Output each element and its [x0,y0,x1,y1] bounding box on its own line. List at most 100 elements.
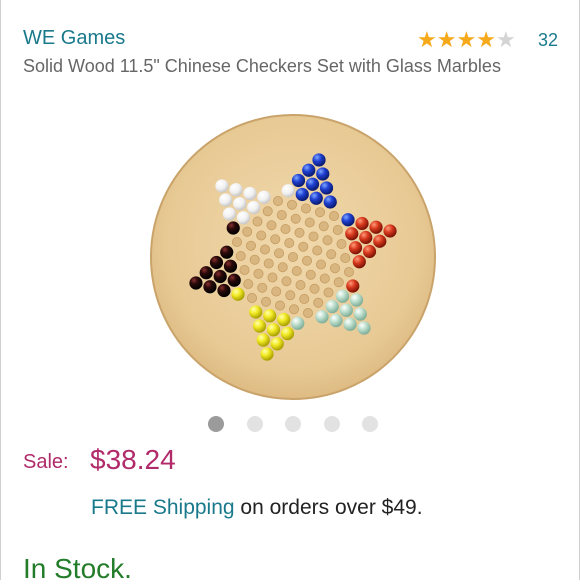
marble [219,193,233,207]
rating-widget[interactable]: ★ ★ ★ ★ ★ 32 [417,29,558,51]
board-hole [291,266,302,277]
marble [315,310,329,324]
star-icon: ★ [476,27,496,52]
board-hole [235,250,246,261]
product-title: Solid Wood 11.5" Chinese Checkers Set wi… [23,56,501,76]
marble [341,213,355,227]
board-hole [270,234,281,245]
marble [223,259,238,273]
board-hole [263,258,274,269]
board-hole [266,220,277,231]
board-hole [294,227,305,238]
board-hole [276,209,287,220]
star-icon: ★ [456,27,477,52]
marble [291,316,305,330]
marble [256,333,270,347]
carousel-dot[interactable] [323,416,340,432]
marble [243,186,257,201]
marble [316,167,330,181]
brand-link[interactable]: WE Games [23,27,125,50]
sale-label: Sale: [23,451,69,473]
marble [281,184,295,198]
board-hole [256,230,267,241]
board-hole [308,231,319,242]
board-hole [231,236,242,247]
free-shipping-link[interactable]: FREE Shipping [91,496,235,519]
board-hole [242,226,253,237]
marble [260,347,274,361]
board-hole [271,286,282,297]
marble [329,313,343,328]
board-hole [267,272,278,283]
board-hole [274,300,285,311]
marble [266,323,281,337]
marble [348,241,363,255]
marble [346,279,360,293]
board-hole [313,297,324,308]
board-hole [286,199,297,210]
board-hole [319,273,330,284]
board-hole [303,308,314,319]
board-hole [329,210,340,221]
board-hole [277,262,288,273]
marble [247,200,261,215]
board-hole [272,195,283,206]
marble [362,244,377,259]
marble [357,321,371,335]
marble [229,183,243,197]
carousel-dot[interactable] [362,416,378,432]
board-hole [273,248,284,259]
availability-status: In Stock. [23,553,132,584]
shipping-condition: on orders over $49. [234,496,423,519]
star-empty-icon: ★ [495,27,516,52]
marble [309,191,323,205]
product-image[interactable] [148,112,438,402]
board-hole [295,280,306,291]
star-icon: ★ [436,27,457,52]
carousel-dot[interactable] [208,416,224,432]
board-hole [246,293,257,304]
board-hole [253,268,264,279]
board-hole [289,304,300,315]
board-hole [323,287,334,298]
shipping-info: FREE Shipping on orders over $49. [91,496,423,520]
marble [352,255,366,269]
board-hole [284,237,295,248]
marble [252,319,267,333]
board-hole [315,207,326,218]
marble [349,293,364,307]
board-hole [287,251,298,262]
board-hole [290,213,301,224]
carousel-dot[interactable] [285,416,301,432]
board-hole [281,276,292,287]
star-rating: ★ ★ ★ ★ ★ [417,29,516,51]
marble [227,273,241,287]
card-border-left [0,0,1,580]
marble [215,179,229,193]
board-hole [245,240,256,251]
board-hole [280,223,291,234]
board-hole [252,216,263,227]
board-hole [239,265,250,276]
board-hole [336,238,347,249]
marble [257,190,271,204]
board-hole [299,294,310,305]
marble [280,326,295,341]
review-count-link[interactable]: 32 [538,30,558,51]
board-hole [312,245,323,256]
marble [236,211,251,225]
marble [199,266,213,280]
marble [345,227,359,241]
marble [189,276,203,290]
carousel-dot[interactable] [246,416,263,432]
board-hole [332,224,343,235]
marble [353,307,367,321]
board-hole [243,279,254,290]
image-carousel-dots [208,416,378,432]
marble [249,305,263,319]
marble [209,255,224,270]
marble [323,195,337,209]
marble [369,220,383,234]
board-hole [302,255,313,266]
marble [312,153,326,167]
